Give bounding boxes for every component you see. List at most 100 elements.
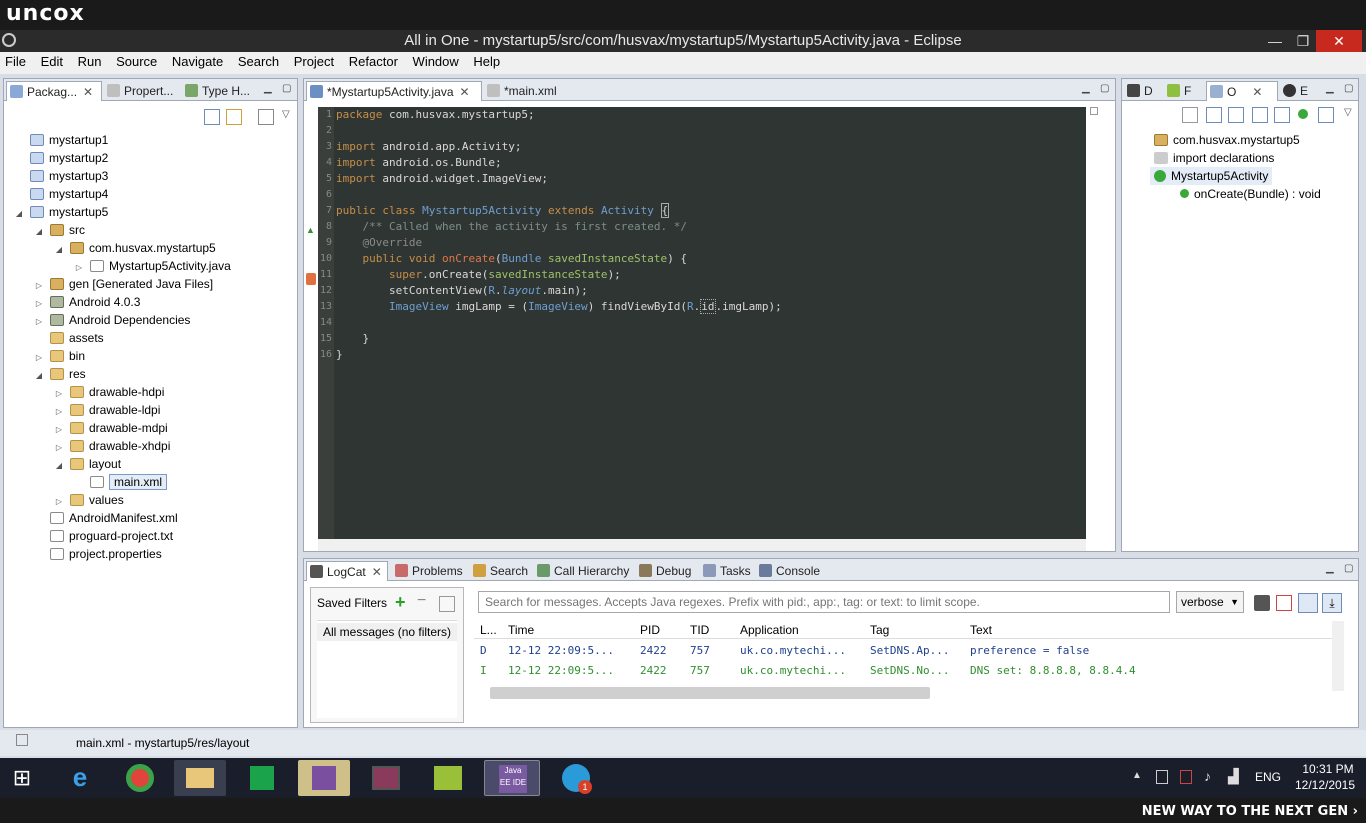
code-editor[interactable]: 1 2 3 4 5 6 7 8 9 10 11 12 13 14 15 16 package com.husv… [318,107,1086,539]
minimize-view-icon[interactable]: ▁ [264,83,272,94]
vertical-scrollbar[interactable] [1332,621,1344,691]
bluestacks-icon[interactable] [422,760,474,796]
close-tab-icon[interactable]: ✕ [1252,85,1262,99]
outline-method[interactable]: onCreate(Bundle) : void [1180,185,1321,203]
twisty-icon[interactable]: ◢ [14,205,24,223]
language-indicator[interactable]: ENG [1255,770,1281,784]
tree-item[interactable]: ▷ Mystartup5Activity.java [74,257,231,275]
error-marker-icon[interactable] [306,273,316,285]
tree-item[interactable]: mystartup4 [14,185,108,203]
tab-package-explorer[interactable]: Packag... ✕ [6,81,102,101]
tab-logcat[interactable]: LogCat ✕ [306,561,388,581]
telegram-icon[interactable]: 1 [548,760,600,796]
twisty-icon[interactable]: ◢ [34,367,44,385]
menu-edit[interactable]: Edit [41,52,63,72]
clock-date[interactable]: 12/12/2015 [1290,778,1360,792]
outline-imports[interactable]: import declarations [1154,149,1274,167]
link-with-editor-icon[interactable] [226,109,242,125]
filter-item-all[interactable]: All messages (no filters) [317,623,457,641]
maximize-button[interactable]: ❐ [1288,30,1318,52]
sort-icon[interactable] [1228,107,1244,123]
hide-local-types-icon[interactable] [1318,107,1334,123]
menu-source[interactable]: Source [116,52,157,72]
menu-run[interactable]: Run [78,52,102,72]
tree-item[interactable]: ◢ com.husvax.mystartup5 [54,239,216,257]
hide-fields-icon[interactable] [1252,107,1268,123]
col-application[interactable]: Application [740,621,799,639]
tree-item[interactable]: ▷ drawable-mdpi [54,419,168,437]
tree-item[interactable]: ◢ mystartup5 [14,203,108,221]
visual-studio-icon[interactable] [298,760,350,796]
col-time[interactable]: Time [508,621,534,639]
flag-tray-icon[interactable] [1180,770,1192,784]
tab-console[interactable]: Console [756,561,826,581]
volume-icon[interactable]: ♪ [1204,768,1211,784]
menu-navigate[interactable]: Navigate [172,52,223,72]
edit-filter-icon[interactable] [439,596,455,612]
fast-view-icon[interactable] [16,734,28,746]
tree-item[interactable]: project.properties [34,545,162,563]
logcat-search-input[interactable] [478,591,1170,613]
minimize-view-icon[interactable]: ▁ [1326,563,1334,574]
tree-item[interactable]: mystartup2 [14,149,108,167]
tab-devices[interactable]: D [1124,81,1162,101]
tab-file-explorer[interactable]: F [1164,81,1204,101]
close-tab-icon[interactable]: ✕ [460,85,470,99]
tab-main-xml[interactable]: *main.xml [484,81,584,101]
chevron-down-icon[interactable]: ▽ [1344,107,1352,118]
col-tid[interactable]: TID [690,621,709,639]
scroll-lock-icon[interactable]: ⤓ [1322,593,1342,613]
log-level-select[interactable]: verbose ▼ [1176,591,1244,613]
internet-explorer-icon[interactable]: e [54,760,106,796]
chevron-down-icon[interactable]: ▽ [282,109,290,120]
tab-problems[interactable]: Problems [392,561,466,581]
maximize-view-icon[interactable]: ▢ [282,83,291,94]
minimize-button[interactable]: — [1260,30,1290,52]
tab-type-hierarchy[interactable]: Type H... [182,81,258,101]
outline-toolbar-icon[interactable] [1182,107,1198,123]
clear-log-icon[interactable] [1276,595,1292,611]
tree-item[interactable]: ▷ Android 4.0.3 [34,293,140,311]
clock-time[interactable]: 10:31 PM [1300,762,1356,776]
tree-item[interactable]: main.xml [74,473,168,491]
close-tab-icon[interactable]: ✕ [83,85,93,99]
tree-item[interactable]: ◢ layout [54,455,121,473]
maximize-view-icon[interactable]: ▢ [1344,563,1353,574]
toggle-filters-icon[interactable] [1298,593,1318,613]
tab-tasks[interactable]: Tasks [700,561,754,581]
tab-mystartup5activity-java[interactable]: *Mystartup5Activity.java ✕ [306,81,482,101]
maximize-view-icon[interactable]: ▢ [1100,83,1109,94]
tree-item[interactable]: AndroidManifest.xml [34,509,178,527]
tree-item[interactable]: ▷ drawable-ldpi [54,401,160,419]
close-button[interactable]: ✕ [1316,30,1362,52]
menu-refactor[interactable]: Refactor [349,52,398,72]
minimize-view-icon[interactable]: ▁ [1082,83,1090,94]
hide-static-icon[interactable] [1274,107,1290,123]
tab-call-hierarchy[interactable]: Call Hierarchy [534,561,634,581]
tree-item[interactable]: assets [34,329,104,347]
twisty-icon[interactable]: ◢ [54,241,64,259]
outline-package[interactable]: com.husvax.mystartup5 [1154,131,1300,149]
eclipse-taskbar-icon[interactable]: Java EE IDE [484,760,540,796]
remove-filter-icon[interactable]: − [417,592,426,610]
tree-item[interactable]: ▷ gen [Generated Java Files] [34,275,213,293]
tab-search[interactable]: Search [470,561,530,581]
tab-outline[interactable]: O ✕ [1206,81,1278,101]
twisty-icon[interactable]: ◢ [54,457,64,475]
network-icon[interactable]: ▟ [1228,768,1239,785]
tree-item[interactable]: ▷ drawable-hdpi [54,383,164,401]
tree-item[interactable]: proguard-project.txt [34,527,173,545]
horizontal-scrollbar-thumb[interactable] [490,687,930,699]
minimize-view-icon[interactable]: ▁ [1326,83,1334,94]
horizontal-scrollbar[interactable] [318,539,1086,551]
tree-item[interactable]: mystartup3 [14,167,108,185]
log-row[interactable]: I 12-12 22:09:5... 2422 757 uk.co.mytechi...… [474,661,1334,681]
file-explorer-icon[interactable] [174,760,226,796]
view-menu-icon[interactable] [258,109,274,125]
menu-window[interactable]: Window [413,52,459,72]
chrome-icon[interactable] [114,760,166,796]
col-text[interactable]: Text [970,621,992,639]
twisty-icon[interactable]: ◢ [34,223,44,241]
collapse-all-icon[interactable] [204,109,220,125]
menu-help[interactable]: Help [473,52,500,72]
